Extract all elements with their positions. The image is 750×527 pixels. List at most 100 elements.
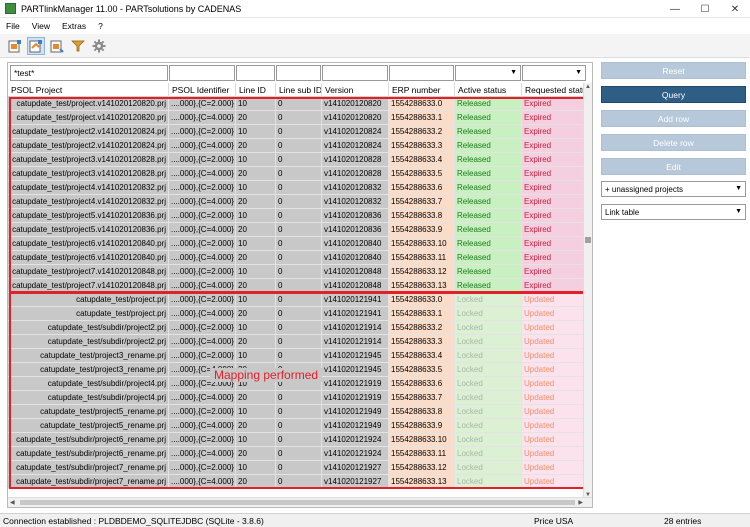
settings-icon[interactable] xyxy=(90,37,108,55)
cell-erp-number: 1554288633.8 xyxy=(389,209,455,223)
cell-active-status: Released xyxy=(455,181,522,195)
table-row[interactable]: catupdate_test/project3.v141020120828.pr… xyxy=(8,153,585,167)
minimize-button[interactable]: — xyxy=(660,0,690,18)
cell-active-status: Released xyxy=(455,111,522,125)
table-row[interactable]: catupdate_test/project5_rename.prj ....00… xyxy=(8,419,585,433)
cell-requested-status: Updated xyxy=(522,461,585,475)
table-row[interactable]: catupdate_test/project2.v141020120824.pr… xyxy=(8,139,585,153)
column-header-line-sub-id[interactable]: Line sub ID xyxy=(276,83,322,97)
cell-psol-identifier: ....000},{C=2.000} xyxy=(169,265,236,279)
table-row[interactable]: catupdate_test/project5_rename.prj ....00… xyxy=(8,405,585,419)
table-row[interactable]: catupdate_test/subdir/project7_rename.pr… xyxy=(8,475,585,489)
cell-line-sub-id: 0 xyxy=(276,223,322,237)
table-row[interactable]: catupdate_test/project.v141020120820.prj… xyxy=(8,97,585,111)
cell-line-sub-id: 0 xyxy=(276,293,322,307)
menu-extras[interactable]: Extras xyxy=(56,21,92,31)
column-header-requested-status[interactable]: Requested status xyxy=(522,83,586,97)
cell-erp-number: 1554288633.4 xyxy=(389,349,455,363)
cell-erp-number: 1554288633.0 xyxy=(389,293,455,307)
column-header-line-id[interactable]: Line ID xyxy=(236,83,276,97)
delete-row-button[interactable]: Delete row xyxy=(601,134,746,151)
version-filter[interactable] xyxy=(322,65,388,81)
close-button[interactable]: ✕ xyxy=(720,0,750,18)
scroll-up-icon[interactable]: ▲ xyxy=(585,84,591,90)
vertical-scrollbar[interactable]: ▲ ▼ xyxy=(583,83,592,499)
cell-active-status: Locked xyxy=(455,349,522,363)
table-row[interactable]: catupdate_test/subdir/project6_rename.pr… xyxy=(8,433,585,447)
table-row[interactable]: catupdate_test/project7.v141020120848.pr… xyxy=(8,265,585,279)
edit-button[interactable]: Edit xyxy=(601,158,746,175)
column-header-psol-identifier[interactable]: PSOL Identifier xyxy=(169,83,236,97)
cell-line-id: 10 xyxy=(236,321,276,335)
table-row[interactable]: catupdate_test/project5.v141020120836.pr… xyxy=(8,209,585,223)
menu-file[interactable]: File xyxy=(0,21,26,31)
menu-bar: File View Extras ? xyxy=(0,18,750,34)
table-row[interactable]: catupdate_test/project6.v141020120840.pr… xyxy=(8,251,585,265)
column-header-active-status[interactable]: Active status xyxy=(455,83,522,97)
cell-line-sub-id: 0 xyxy=(276,461,322,475)
scroll-right-icon[interactable]: ▶ xyxy=(578,499,583,506)
active-status-filter[interactable]: ▼ xyxy=(455,65,521,81)
table-row[interactable]: catupdate_test/project7.v141020120848.pr… xyxy=(8,279,585,293)
table-row[interactable]: catupdate_test/project.prj ....000},{C=2.… xyxy=(8,293,585,307)
filter-icon[interactable] xyxy=(69,37,87,55)
line-sub-id-filter[interactable] xyxy=(276,65,321,81)
table-row[interactable]: catupdate_test/project4.v141020120832.pr… xyxy=(8,195,585,209)
table-row[interactable]: catupdate_test/subdir/project2.prj ....00… xyxy=(8,321,585,335)
table-select[interactable]: Link table ▼ xyxy=(601,204,746,220)
vertical-scroll-thumb[interactable] xyxy=(585,237,591,243)
project-export-icon[interactable] xyxy=(48,37,66,55)
cell-psol-project: catupdate_test/subdir/project7_rename.pr… xyxy=(8,475,169,489)
cell-erp-number: 1554288633.10 xyxy=(389,433,455,447)
add-row-button[interactable]: Add row xyxy=(601,110,746,127)
cell-psol-identifier: ....000},{C=4.000} xyxy=(169,139,236,153)
line-id-filter[interactable] xyxy=(236,65,275,81)
table-row[interactable]: catupdate_test/project6.v141020120840.pr… xyxy=(8,237,585,251)
cell-psol-identifier: ....000},{C=2.000} xyxy=(169,237,236,251)
psol-identifier-filter[interactable] xyxy=(169,65,235,81)
menu-help[interactable]: ? xyxy=(92,21,109,31)
table-row[interactable]: catupdate_test/project5.v141020120836.pr… xyxy=(8,223,585,237)
column-header-version[interactable]: Version xyxy=(322,83,389,97)
table-row[interactable]: catupdate_test/project4.v141020120832.pr… xyxy=(8,181,585,195)
requested-status-filter[interactable]: ▼ xyxy=(522,65,586,81)
table-row[interactable]: catupdate_test/subdir/project6_rename.pr… xyxy=(8,447,585,461)
horizontal-scrollbar[interactable]: ◀ ▶ xyxy=(8,497,592,507)
table-row[interactable]: catupdate_test/project.v141020120820.prj… xyxy=(8,111,585,125)
cell-line-id: 20 xyxy=(236,195,276,209)
project-map-icon[interactable] xyxy=(27,36,45,55)
cell-line-sub-id: 0 xyxy=(276,97,322,111)
table-row[interactable]: catupdate_test/project2.v141020120824.pr… xyxy=(8,125,585,139)
title-bar: PARTlinkManager 11.00 - PARTsolutions by… xyxy=(0,0,750,18)
column-header-erp-number[interactable]: ERP number xyxy=(389,83,455,97)
horizontal-scroll-thumb[interactable] xyxy=(20,500,575,505)
table-row[interactable]: catupdate_test/project3_rename.prj ....00… xyxy=(8,349,585,363)
cell-erp-number: 1554288633.1 xyxy=(389,111,455,125)
table-row[interactable]: catupdate_test/project.prj ....000},{C=4.… xyxy=(8,307,585,321)
cell-active-status: Released xyxy=(455,209,522,223)
psol-project-filter[interactable]: *test* xyxy=(10,65,168,81)
query-button[interactable]: Query xyxy=(601,86,746,103)
cell-line-id: 10 xyxy=(236,405,276,419)
maximize-button[interactable]: ☐ xyxy=(690,0,720,18)
table-row[interactable]: catupdate_test/subdir/project7_rename.pr… xyxy=(8,461,585,475)
cell-requested-status: Updated xyxy=(522,405,585,419)
table-row[interactable]: catupdate_test/project3.v141020120828.pr… xyxy=(8,167,585,181)
cell-psol-project: catupdate_test/subdir/project7_rename.pr… xyxy=(8,461,169,475)
cell-line-sub-id: 0 xyxy=(276,405,322,419)
erp-number-filter[interactable] xyxy=(389,65,454,81)
cell-active-status: Locked xyxy=(455,433,522,447)
column-header-psol-project[interactable]: PSOL Project xyxy=(8,83,169,97)
projects-filter-select[interactable]: + unassigned projects ▼ xyxy=(601,181,746,197)
reset-button[interactable]: Reset xyxy=(601,62,746,79)
scroll-left-icon[interactable]: ◀ xyxy=(10,499,15,506)
cell-active-status: Locked xyxy=(455,293,522,307)
cell-erp-number: 1554288633.2 xyxy=(389,321,455,335)
table-row[interactable]: catupdate_test/subdir/project4.prj ....00… xyxy=(8,391,585,405)
cell-line-sub-id: 0 xyxy=(276,153,322,167)
project-load-icon[interactable] xyxy=(6,37,24,55)
cell-version: v141020121919 xyxy=(322,391,389,405)
table-row[interactable]: catupdate_test/subdir/project2.prj ....00… xyxy=(8,335,585,349)
cell-active-status: Locked xyxy=(455,475,522,489)
menu-view[interactable]: View xyxy=(26,21,56,31)
